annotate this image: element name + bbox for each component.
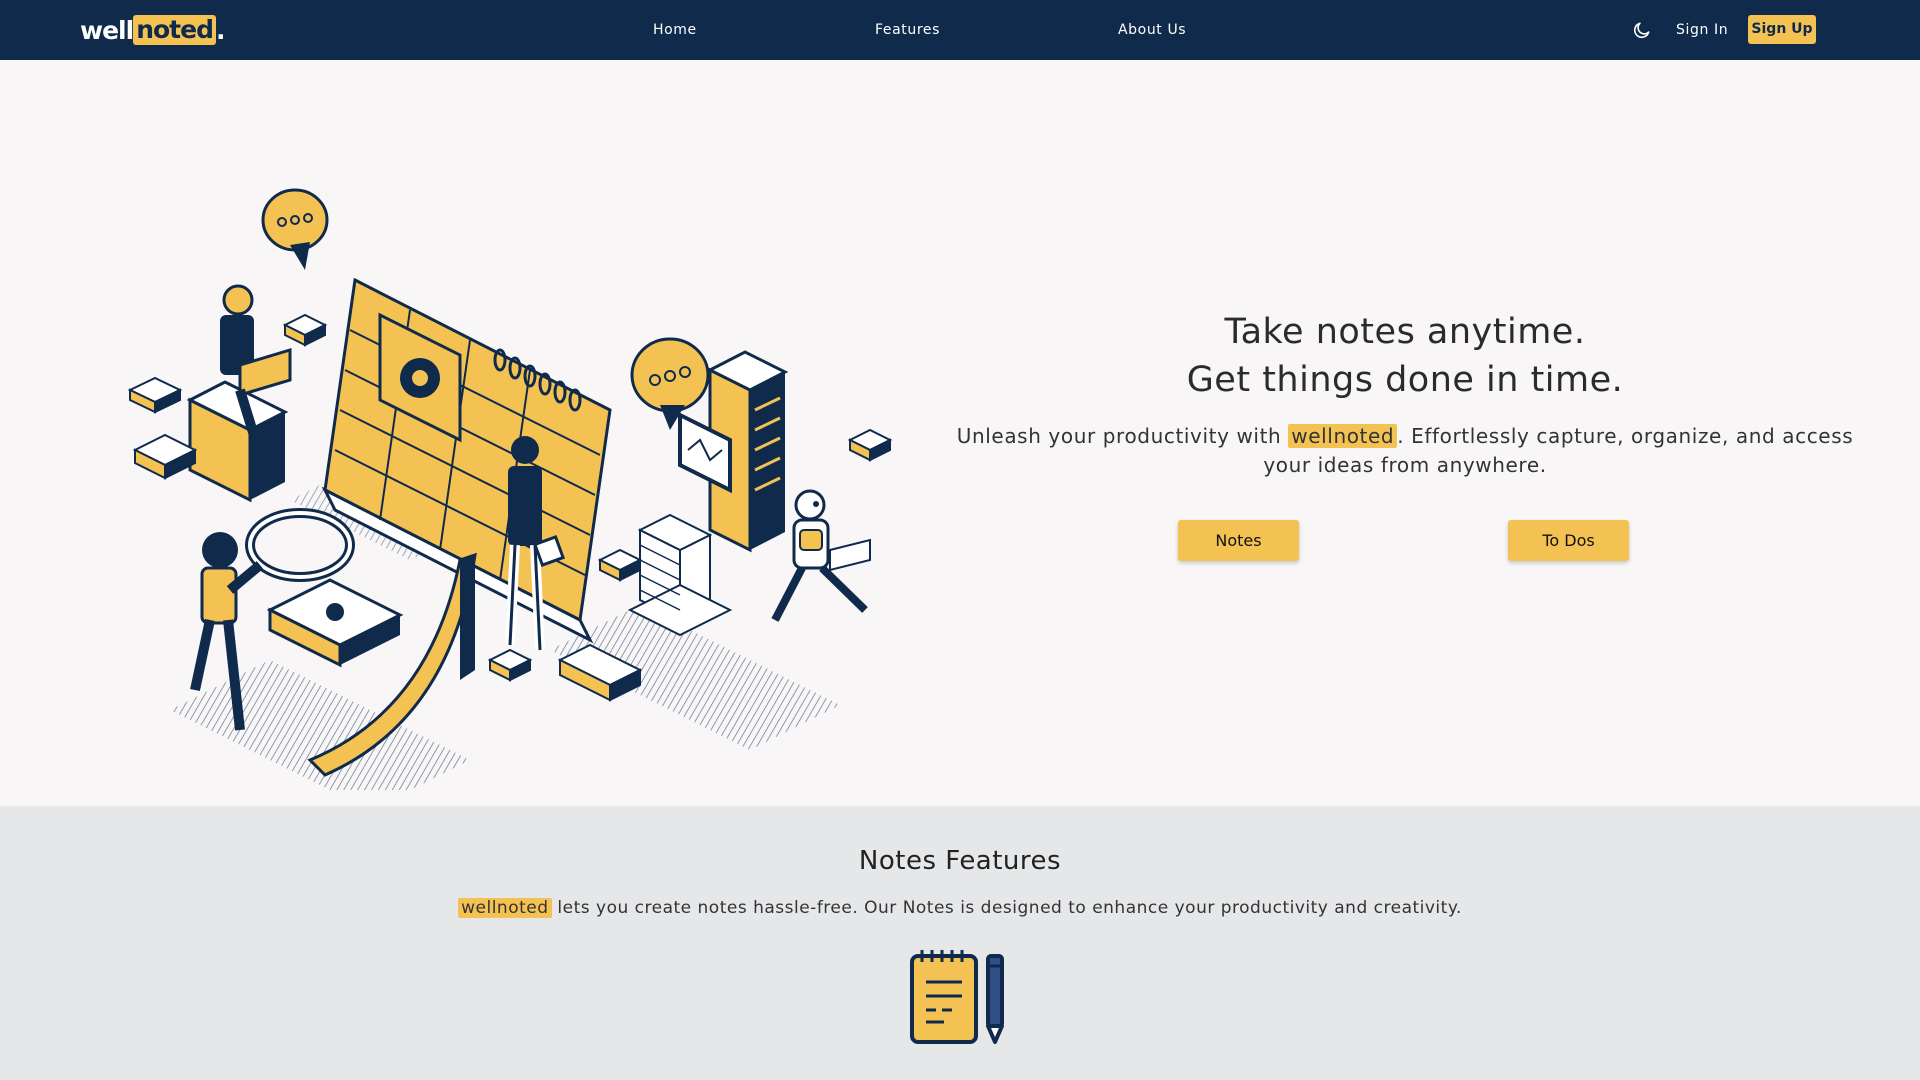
- nav-link-home[interactable]: Home: [653, 20, 697, 40]
- hero-desc-prefix: Unleash your productivity with: [956, 424, 1289, 448]
- features-title: Notes Features: [858, 846, 1062, 876]
- moon-icon[interactable]: [1632, 20, 1652, 40]
- navbar: well noted. Home Features About Us Sign I…: [0, 0, 1920, 60]
- logo-text-well: well: [80, 15, 134, 45]
- hero-desc-brand: wellnoted: [1288, 424, 1398, 448]
- hero-title-line-1: Take notes anytime.: [1224, 312, 1586, 352]
- hero-title: Take notes anytime. Get things done in t…: [1005, 308, 1805, 404]
- hero-illustration: [127, 188, 893, 790]
- sign-in-link[interactable]: Sign In: [1676, 20, 1728, 40]
- sign-up-button[interactable]: Sign Up: [1748, 15, 1816, 44]
- hero-description: Unleash your productivity with wellnoted…: [955, 422, 1855, 480]
- logo-dot: .: [215, 15, 225, 45]
- features-description: wellnoted lets you create notes hassle-f…: [0, 898, 1920, 918]
- todos-button[interactable]: To Dos: [1508, 520, 1629, 561]
- notepad-pencil-icon: [910, 950, 1004, 1044]
- hero-section: Take notes anytime. Get things done in t…: [0, 60, 1920, 806]
- hero-title-line-2: Get things done in time.: [1186, 360, 1624, 400]
- nav-link-features[interactable]: Features: [875, 20, 940, 40]
- features-desc-text: lets you create notes hassle-free. Our N…: [551, 898, 1462, 918]
- features-desc-brand: wellnoted: [458, 898, 552, 918]
- nav-link-about-us[interactable]: About Us: [1118, 20, 1186, 40]
- logo-text-noted: noted: [133, 15, 216, 45]
- notes-features-section: Notes Features wellnoted lets you create…: [0, 806, 1920, 1080]
- notes-button[interactable]: Notes: [1178, 520, 1299, 561]
- logo[interactable]: well noted.: [80, 14, 225, 46]
